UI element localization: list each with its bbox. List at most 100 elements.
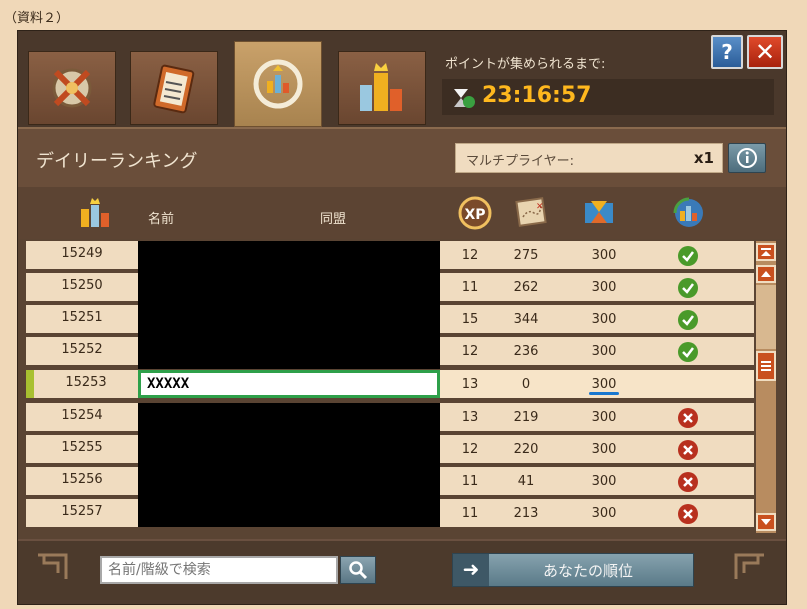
grip-icon <box>761 361 771 371</box>
close-button[interactable]: ✕ <box>747 35 783 69</box>
time-value: 300 <box>591 248 617 263</box>
search-input[interactable] <box>100 556 338 584</box>
check-icon <box>678 278 698 298</box>
double-up-icon <box>761 248 771 256</box>
map-value: 0 <box>521 377 531 392</box>
crown-bars-icon <box>81 198 109 227</box>
hourglass-refresh-icon <box>454 89 475 108</box>
tab-overall-ranking[interactable] <box>338 51 426 125</box>
scroll-track[interactable] <box>756 285 776 349</box>
rank-cell: 15253 <box>26 370 138 398</box>
xp-value: 12 <box>461 248 479 263</box>
multiplier-label: マルチプライヤー: <box>466 154 574 169</box>
map-value: 262 <box>513 280 539 295</box>
rotating-ranking-icon <box>253 59 303 109</box>
corner-ornament-icon <box>734 553 764 579</box>
stats-cell: 13 219 300 <box>440 403 754 431</box>
scroll-top-button[interactable] <box>756 243 776 261</box>
rank-cell: 15252 <box>26 337 138 365</box>
table-row-own[interactable]: 15253 XXXXX 13 0 300 <box>26 370 754 398</box>
footer: ➜ あなたの順位 <box>18 539 786 604</box>
multiplier-value: x1 <box>693 149 714 167</box>
rank-cell: 15255 <box>26 435 138 463</box>
your-rank-button[interactable]: ➜ あなたの順位 <box>452 553 694 587</box>
svg-text:XP: XP <box>464 207 485 223</box>
player-name: XXXXX <box>147 376 190 392</box>
check-icon <box>678 342 698 362</box>
time-value: 300 <box>591 280 617 295</box>
multiplier-box: マルチプライヤー: x1 <box>455 143 723 173</box>
map-value: 344 <box>513 312 539 327</box>
globe-refresh-icon <box>673 197 703 227</box>
map-value: 220 <box>513 442 539 457</box>
tab-battle[interactable] <box>28 51 116 125</box>
xp-value: 11 <box>461 280 479 295</box>
map-value: 219 <box>513 410 539 425</box>
time-value: 300 <box>591 377 617 392</box>
xp-value: 13 <box>461 377 479 392</box>
map-value: 213 <box>513 506 539 521</box>
search-button[interactable] <box>340 556 376 584</box>
stats-cell: 12 275 300 <box>440 241 754 269</box>
time-value: 300 <box>591 474 617 489</box>
your-rank-label: あなたの順位 <box>543 562 634 580</box>
timer-label: ポイントが集められるまで: <box>445 57 606 72</box>
xp-value: 15 <box>461 312 479 327</box>
annotation-underline <box>589 392 619 395</box>
info-icon <box>737 148 757 168</box>
scroll-thumb[interactable] <box>756 351 776 381</box>
map-value: 41 <box>517 474 535 489</box>
tab-daily-ranking[interactable] <box>234 41 322 127</box>
xp-value: 11 <box>461 474 479 489</box>
cross-icon <box>678 472 698 492</box>
column-name: 名前 <box>148 212 175 227</box>
check-icon <box>678 310 698 330</box>
ranking-header: デイリーランキング マルチプライヤー: x1 <box>18 127 786 187</box>
rank-cell: 15249 <box>26 241 138 269</box>
xp-value: 13 <box>461 410 479 425</box>
time-value: 300 <box>591 344 617 359</box>
xp-value: 12 <box>461 344 479 359</box>
rank-cell: 15254 <box>26 403 138 431</box>
arrow-right-icon: ➜ <box>453 554 489 586</box>
tab-quests[interactable] <box>130 51 218 125</box>
hourglass-icon <box>585 201 613 223</box>
scroll-down-button[interactable] <box>756 513 776 531</box>
rank-cell: 15256 <box>26 467 138 495</box>
svg-text:✕: ✕ <box>536 202 544 212</box>
time-value: 300 <box>591 442 617 457</box>
map-value: 236 <box>513 344 539 359</box>
timer-box: 23:16:57 <box>442 79 774 115</box>
search-icon <box>349 561 368 580</box>
redaction-block <box>138 241 440 369</box>
check-icon <box>678 246 698 266</box>
help-button[interactable]: ? <box>711 35 743 69</box>
clipboard-icon <box>153 64 195 114</box>
stats-cell: 12 236 300 <box>440 337 754 365</box>
timer-value: 23:16:57 <box>482 83 592 108</box>
treasure-map-icon: ✕ <box>515 197 547 227</box>
scrollbar[interactable] <box>756 241 776 533</box>
stats-cell: 11 213 300 <box>440 499 754 527</box>
time-value: 300 <box>591 410 617 425</box>
stats-cell: 11 262 300 <box>440 273 754 301</box>
stats-cell: 15 344 300 <box>440 305 754 333</box>
stats-cell: 12 220 300 <box>440 435 754 463</box>
column-header: 名前 同盟 XP ✕ <box>18 187 786 239</box>
xp-value: 11 <box>461 506 479 521</box>
stats-cell: 11 41 300 <box>440 467 754 495</box>
xp-icon: XP <box>458 196 492 230</box>
xp-value: 12 <box>461 442 479 457</box>
caption: （資料２） <box>4 11 70 26</box>
scroll-up-button[interactable] <box>756 265 776 283</box>
rank-cell: 15250 <box>26 273 138 301</box>
info-button[interactable] <box>728 143 766 173</box>
arrow-up-icon <box>761 271 771 277</box>
tab-bar: ポイントが集められるまで: 23:16:57 ? ✕ <box>18 31 786 127</box>
corner-ornament-icon <box>38 553 68 579</box>
column-alliance: 同盟 <box>320 212 347 227</box>
stats-cell: 13 0 300 <box>440 370 754 398</box>
page-title: デイリーランキング <box>36 151 198 172</box>
bar-chart-crown-icon <box>360 63 402 111</box>
rank-cell: 15257 <box>26 499 138 527</box>
